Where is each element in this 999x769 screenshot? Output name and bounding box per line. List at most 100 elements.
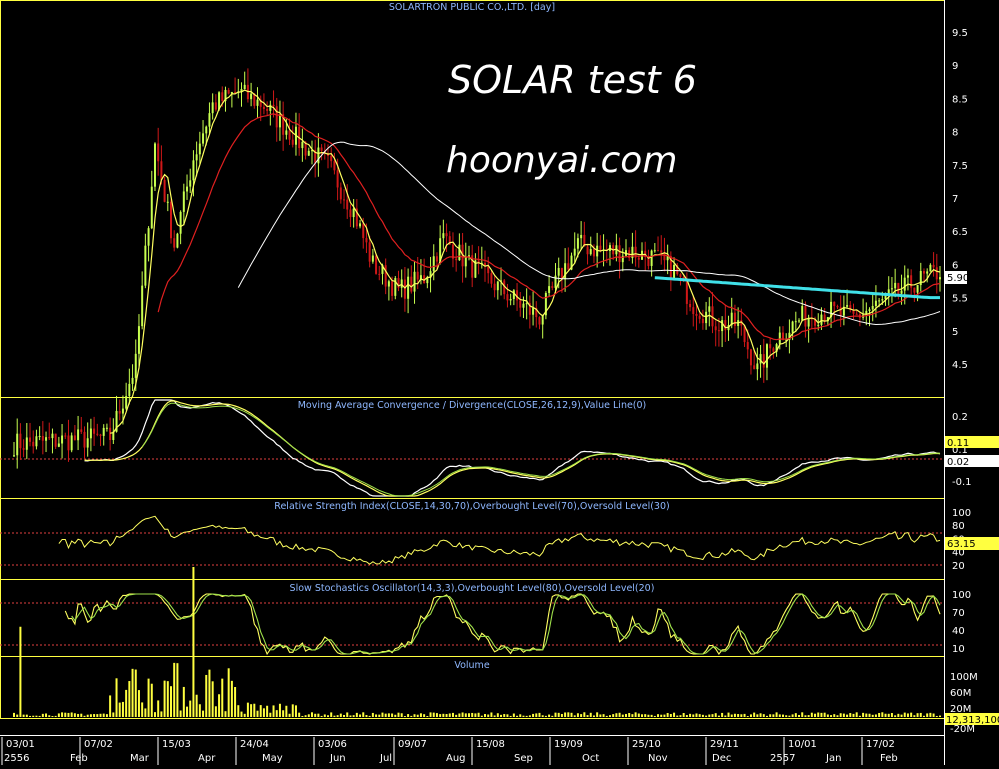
candle-body xyxy=(403,279,406,299)
volume-bar xyxy=(660,714,663,717)
candle-body xyxy=(692,307,695,314)
candle-body xyxy=(170,201,173,239)
volume-bar xyxy=(653,715,656,717)
volume-bar xyxy=(676,715,679,717)
volume-bar xyxy=(496,713,499,717)
month-label: 2556 xyxy=(4,753,29,764)
volume-bar xyxy=(599,714,602,717)
volume-bar xyxy=(93,714,96,717)
candle-body xyxy=(506,294,509,301)
volume-bar xyxy=(798,714,801,717)
volume-bar xyxy=(669,714,672,717)
volume-bar xyxy=(830,715,833,717)
watermark-line-2: hoonyai.com xyxy=(446,140,677,181)
candle-body xyxy=(717,330,720,332)
volume-bar xyxy=(205,674,208,717)
volume-bar xyxy=(448,713,451,717)
month-label: Dec xyxy=(712,753,731,764)
volume-bar xyxy=(919,712,922,717)
chart-title: SOLARTRON PUBLIC CO.,LTD. [day] xyxy=(389,2,555,13)
price-tick-label: 5 xyxy=(952,327,958,338)
candle-body xyxy=(192,160,195,181)
candle-body xyxy=(589,249,592,255)
volume-bar xyxy=(913,715,916,717)
volume-bar xyxy=(929,712,932,717)
volume-bar xyxy=(576,713,579,717)
volume-bar xyxy=(16,714,19,717)
candle-body xyxy=(19,433,22,449)
volume-bar xyxy=(429,712,432,717)
candle-body xyxy=(163,179,166,202)
volume-bar xyxy=(73,713,76,717)
candle-body xyxy=(567,263,570,270)
volume-bar xyxy=(272,705,275,717)
candle-body xyxy=(109,427,112,441)
candle-body xyxy=(400,279,403,288)
volume-bar xyxy=(721,712,724,717)
volume-bar xyxy=(692,714,695,717)
watermark-line-1: SOLAR test 6 xyxy=(448,58,697,102)
volume-bar xyxy=(400,713,403,717)
volume-bar xyxy=(532,713,535,717)
candle-body xyxy=(442,233,445,239)
candle-body xyxy=(137,326,140,354)
volume-bar xyxy=(749,714,752,717)
price-tick-label: 6.5 xyxy=(952,227,968,238)
candle-body xyxy=(660,250,663,253)
date-label: 07/02 xyxy=(84,739,113,750)
volume-bar xyxy=(781,714,784,717)
month-label: Jun xyxy=(329,753,346,764)
candle-body xyxy=(278,114,281,128)
candle-body xyxy=(778,332,781,345)
volume-bar xyxy=(375,714,378,717)
candle-body xyxy=(89,428,92,439)
candle-body xyxy=(689,303,692,308)
volume-bar xyxy=(775,712,778,717)
candle-body xyxy=(846,305,849,307)
volume-bar xyxy=(298,712,301,717)
volume-bar xyxy=(61,712,64,717)
volume-bar xyxy=(77,713,80,717)
volume-bar xyxy=(282,710,285,717)
candle-body xyxy=(746,342,749,350)
volume-bar xyxy=(359,714,362,717)
candle-body xyxy=(67,435,70,451)
volume-bar xyxy=(647,714,650,717)
volume-bar xyxy=(810,712,813,717)
volume-bar xyxy=(900,714,903,717)
volume-bar xyxy=(535,713,538,717)
candle-body xyxy=(801,306,804,321)
volume-bar xyxy=(125,689,128,717)
volume-bar xyxy=(253,703,256,717)
volume-bar xyxy=(461,712,464,717)
candle-body xyxy=(599,245,602,250)
volume-bar xyxy=(554,712,557,717)
volume-bar xyxy=(403,716,406,717)
candle-body xyxy=(432,256,435,272)
candle-body xyxy=(51,433,54,439)
candle-body xyxy=(189,180,192,187)
volume-bar xyxy=(528,715,531,717)
volume-bar xyxy=(160,711,163,717)
candle-body xyxy=(102,427,105,436)
volume-bar xyxy=(512,713,515,717)
candle-body xyxy=(532,307,535,315)
volume-bar xyxy=(32,715,35,717)
rsi-tick-label: 80 xyxy=(952,521,965,532)
volume-bar xyxy=(765,715,768,717)
stock-chart: SOLARTRON PUBLIC CO.,LTD. [day] SOLAR te… xyxy=(0,0,999,765)
volume-bar xyxy=(48,715,51,717)
volume-bar xyxy=(759,713,762,717)
month-label: May xyxy=(262,753,283,764)
volume-bar xyxy=(519,714,522,717)
month-label: Jan xyxy=(825,753,841,764)
volume-bar xyxy=(381,712,384,717)
volume-bar xyxy=(560,713,563,717)
candle-body xyxy=(733,312,736,326)
volume-bar xyxy=(746,716,749,717)
candle-body xyxy=(881,299,884,301)
month-label: Oct xyxy=(582,753,599,764)
volume-bar xyxy=(397,712,400,717)
candle-body xyxy=(93,428,96,434)
volume-bar xyxy=(833,714,836,717)
